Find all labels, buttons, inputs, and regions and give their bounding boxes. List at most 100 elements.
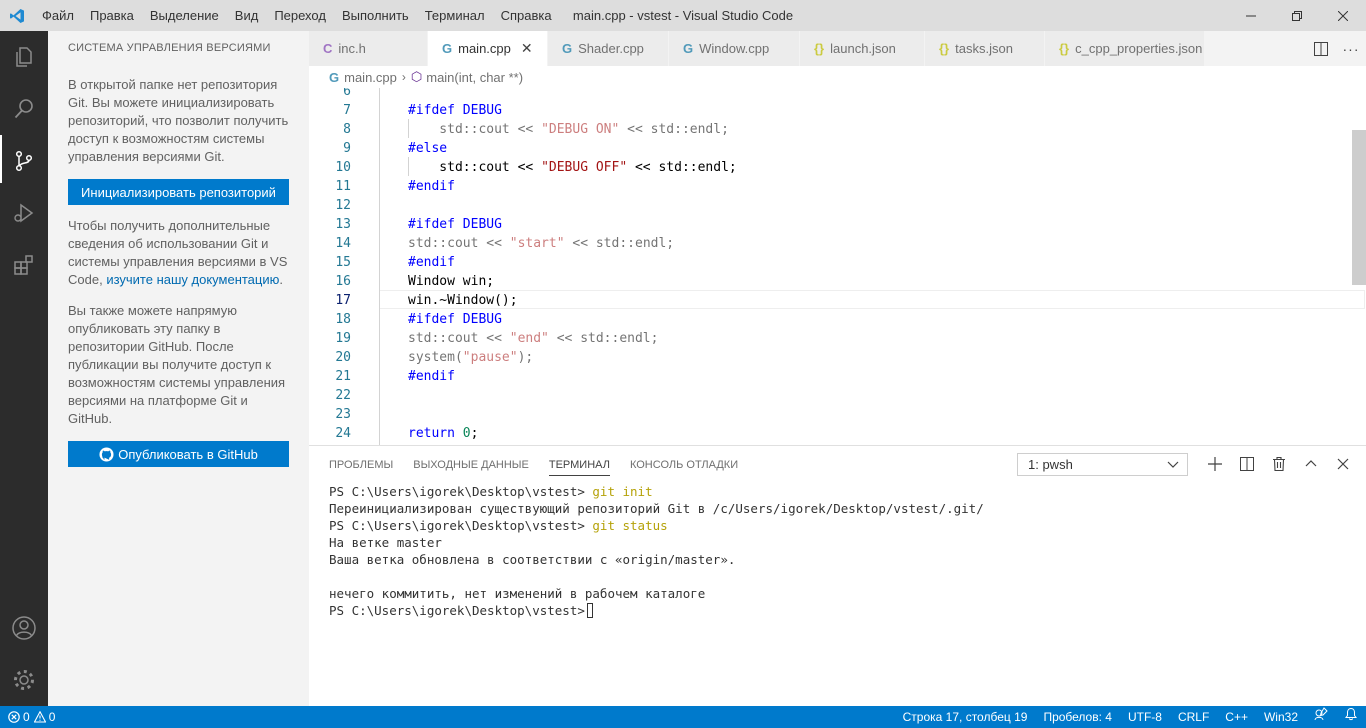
search-activity[interactable] <box>0 83 48 135</box>
minimize-button[interactable] <box>1228 0 1274 31</box>
breadcrumb-file[interactable]: main.cpp <box>344 70 397 85</box>
line-endings[interactable]: CRLF <box>1170 706 1217 728</box>
language-mode[interactable]: C++ <box>1217 706 1256 728</box>
close-icon <box>1338 10 1348 21</box>
explorer-activity[interactable] <box>0 31 48 83</box>
code-line: 10 std::cout << "DEBUG OFF" << std::endl… <box>309 158 1352 177</box>
menu-view[interactable]: Вид <box>227 0 267 31</box>
menu-file[interactable]: Файл <box>34 0 82 31</box>
tab-tasks-json[interactable]: {} tasks.json <box>925 31 1045 66</box>
account-icon <box>12 616 36 640</box>
feedback-icon <box>1314 707 1328 721</box>
publish-github-label: Опубликовать в GitHub <box>118 446 258 462</box>
c-header-icon: C <box>323 41 333 56</box>
docs-message: Чтобы получить дополнительные сведения о… <box>48 217 309 289</box>
docs-link[interactable]: изучите нашу документацию <box>106 272 279 287</box>
kill-terminal-button[interactable] <box>1263 452 1295 476</box>
accounts-activity[interactable] <box>0 602 48 654</box>
platform-config[interactable]: Win32 <box>1256 706 1306 728</box>
menu-go[interactable]: Переход <box>266 0 334 31</box>
split-editor-button[interactable] <box>1306 31 1336 66</box>
tab-shader-cpp[interactable]: G Shader.cpp <box>548 31 669 66</box>
menu-edit[interactable]: Правка <box>82 0 142 31</box>
new-terminal-button[interactable] <box>1199 452 1231 476</box>
extensions-activity[interactable] <box>0 239 48 291</box>
tab-main-cpp[interactable]: G main.cpp ✕ <box>428 31 548 66</box>
close-icon <box>1337 458 1349 470</box>
code-line: 22 <box>309 386 1352 405</box>
gear-icon <box>14 670 34 690</box>
code-text: #ifdef DEBUG <box>408 103 502 118</box>
notifications-button[interactable] <box>1336 706 1366 728</box>
line-number: 10 <box>335 160 351 175</box>
search-icon <box>14 99 33 119</box>
files-icon <box>16 47 32 67</box>
restore-button[interactable] <box>1274 0 1320 31</box>
split-terminal-button[interactable] <box>1231 452 1263 476</box>
more-actions-button[interactable]: ··· <box>1336 31 1366 66</box>
cursor-position[interactable]: Строка 17, столбец 19 <box>895 706 1036 728</box>
terminal-line: PS C:\Users\igorek\Desktop\vstest> git i… <box>329 483 984 500</box>
sidebar-title: СИСТЕМА УПРАВЛЕНИЯ ВЕРСИЯМИ <box>68 42 271 54</box>
tab-c-cpp-properties-json[interactable]: {} c_cpp_properties.json <box>1045 31 1205 66</box>
tab-output[interactable]: ВЫХОДНЫЕ ДАННЫЕ <box>413 446 529 482</box>
docs-message-end: . <box>279 272 283 287</box>
warning-icon <box>33 711 46 723</box>
tab-label: Shader.cpp <box>578 41 644 56</box>
code-line: 12 <box>309 196 1352 215</box>
plus-icon <box>1208 457 1222 471</box>
code-text: Window win; <box>408 274 495 289</box>
code-line: 7 #ifdef DEBUG <box>309 101 1352 120</box>
encoding[interactable]: UTF-8 <box>1120 706 1170 728</box>
menu-run[interactable]: Выполнить <box>334 0 417 31</box>
code-text: win.~Window(); <box>408 293 518 308</box>
terminal-select[interactable]: 1: pwsh <box>1017 453 1188 476</box>
tab-problems[interactable]: ПРОБЛЕМЫ <box>329 446 393 482</box>
code-line: 9 #else <box>309 139 1352 158</box>
line-number: 14 <box>335 236 351 251</box>
manage-activity[interactable] <box>0 654 48 706</box>
line-number: 17 <box>335 293 351 308</box>
tab-terminal[interactable]: ТЕРМИНАЛ <box>548 452 610 476</box>
terminal-output[interactable]: PS C:\Users\igorek\Desktop\vstest> git i… <box>329 483 984 619</box>
terminal-command: git init <box>592 484 653 499</box>
code-editor[interactable]: 6 7 #ifdef DEBUG 8 std::cout << "DEBUG ON… <box>309 88 1366 445</box>
close-tab-icon[interactable]: ✕ <box>521 40 533 57</box>
terminal-select-value: 1: pwsh <box>1028 457 1073 472</box>
run-debug-activity[interactable] <box>0 187 48 239</box>
menu-help[interactable]: Справка <box>493 0 560 31</box>
tab-debug-console[interactable]: КОНСОЛЬ ОТЛАДКИ <box>630 446 738 482</box>
source-control-activity[interactable] <box>0 135 48 187</box>
code-line: 6 <box>309 88 1352 101</box>
feedback-button[interactable] <box>1306 706 1336 728</box>
line-number: 9 <box>343 141 351 156</box>
warning-count: 0 <box>48 710 56 724</box>
close-window-button[interactable] <box>1320 0 1366 31</box>
cpp-file-icon: G <box>683 41 694 56</box>
tab-label: launch.json <box>830 41 896 56</box>
method-symbol-icon: ⬡ <box>410 69 423 84</box>
tab-window-cpp[interactable]: G Window.cpp <box>669 31 800 66</box>
maximize-panel-button[interactable] <box>1295 452 1327 476</box>
editor-scrollbar[interactable] <box>1352 130 1366 285</box>
problems-status[interactable]: 0 0 <box>0 706 55 728</box>
tab-launch-json[interactable]: {} launch.json <box>800 31 925 66</box>
run-debug-icon <box>14 203 34 223</box>
breadcrumb-symbol[interactable]: main(int, char **) <box>426 70 523 85</box>
code-line: 11 #endif <box>309 177 1352 196</box>
tab-inc-h[interactable]: C inc.h <box>309 31 428 66</box>
line-number: 15 <box>335 255 351 270</box>
menu-selection[interactable]: Выделение <box>142 0 227 31</box>
init-repo-button[interactable]: Инициализировать репозиторий <box>68 179 289 205</box>
code-text: #endif <box>408 255 455 270</box>
json-file-icon: {} <box>939 41 950 56</box>
terminal-line: На ветке master <box>329 535 442 550</box>
publish-github-button[interactable]: Опубликовать в GitHub <box>68 441 289 467</box>
terminal-cursor <box>586 603 593 618</box>
indentation[interactable]: Пробелов: 4 <box>1035 706 1120 728</box>
menu-terminal[interactable]: Терминал <box>417 0 493 31</box>
code-line: 15 #endif <box>309 253 1352 272</box>
line-number: 11 <box>335 179 351 194</box>
split-terminal-icon <box>1240 457 1254 471</box>
close-panel-button[interactable] <box>1327 452 1359 476</box>
